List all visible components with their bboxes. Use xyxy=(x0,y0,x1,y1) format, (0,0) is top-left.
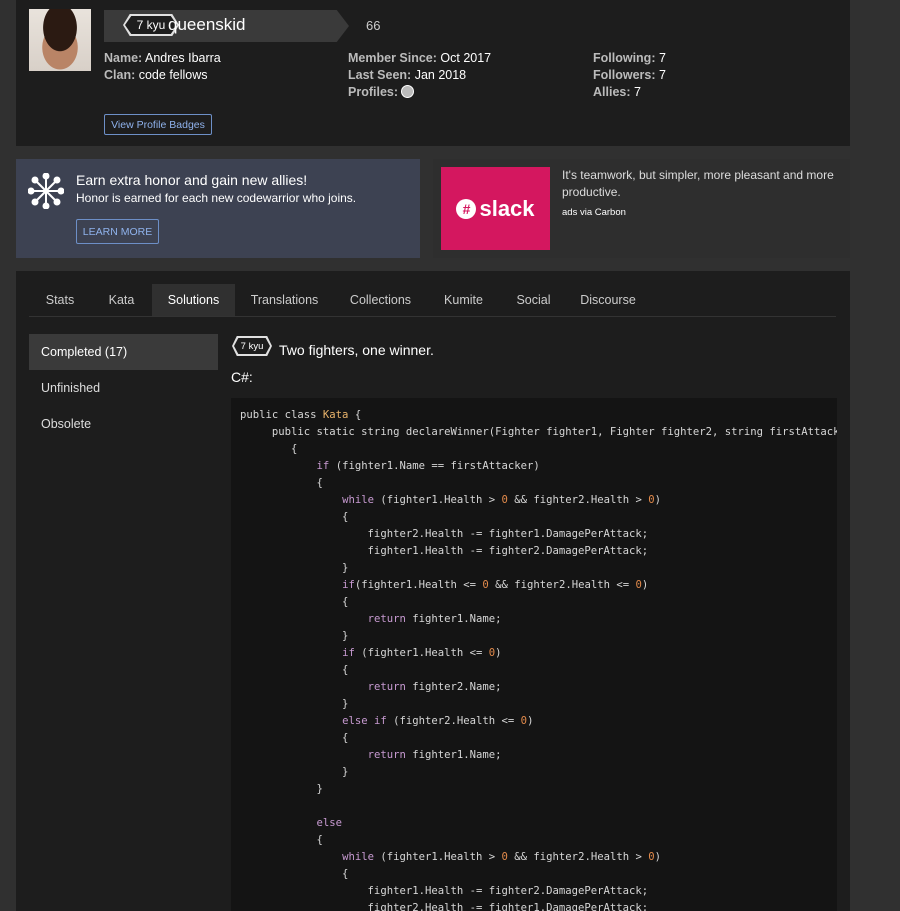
code-line: } xyxy=(240,630,349,642)
code-line: public static string declareWinner(Fight… xyxy=(240,426,837,438)
code-line: { xyxy=(240,664,349,676)
solutions-sidebar: Completed (17) Unfinished Obsolete xyxy=(29,334,218,442)
ad-text[interactable]: It's teamwork, but simpler, more pleasan… xyxy=(562,167,842,201)
code-line: else if (fighter2.Health <= 0) xyxy=(342,715,534,727)
following-label: Following: xyxy=(593,51,656,65)
code-line: if (fighter1.Health <= 0) xyxy=(342,647,502,659)
carbon-ad[interactable]: # slack It's teamwork, but simpler, more … xyxy=(433,159,850,258)
profiles-label: Profiles: xyxy=(348,85,399,99)
code-line: { xyxy=(240,732,349,744)
following-value[interactable]: 7 xyxy=(659,51,666,65)
promo-subtitle: Honor is earned for each new codewarrior… xyxy=(76,191,357,205)
kata-rank-badge: 7 kyu xyxy=(232,336,272,356)
view-profile-badges-button[interactable]: View Profile Badges xyxy=(104,114,212,135)
allies-label: Allies: xyxy=(593,85,631,99)
code-line: { xyxy=(240,511,349,523)
code-line: while (fighter1.Health > 0 && fighter2.H… xyxy=(342,851,662,863)
solution-language: C#: xyxy=(231,369,253,385)
member-since-label: Member Since: xyxy=(348,51,437,65)
code-line: { xyxy=(240,834,323,846)
slack-hash-icon: # xyxy=(456,198,477,219)
allies-value[interactable]: 7 xyxy=(634,85,641,99)
followers-value[interactable]: 7 xyxy=(659,68,666,82)
promo-title: Earn extra honor and gain new allies! xyxy=(76,172,308,188)
tab-stats[interactable]: Stats xyxy=(29,284,91,316)
name-label: Name: xyxy=(104,51,143,65)
kata-title-link[interactable]: Two fighters, one winner. xyxy=(279,342,434,358)
member-since-value: Oct 2017 xyxy=(440,51,492,65)
clan-label: Clan: xyxy=(104,68,136,82)
sidebar-item-completed[interactable]: Completed (17) xyxy=(29,334,218,370)
code-line: public class Kata { xyxy=(240,409,362,421)
clan-value: code fellows xyxy=(138,68,208,82)
tab-translations[interactable]: Translations xyxy=(235,284,334,316)
code-line: if(fighter1.Health <= 0 && fighter2.Heal… xyxy=(342,579,649,591)
username: queenskid xyxy=(168,15,246,34)
profile-info-middle: Member Since: Oct 2017 Last Seen: Jan 20… xyxy=(348,50,491,101)
profile-header: 7 kyu queenskid 66 Name: Andres Ibarra C… xyxy=(16,0,850,146)
code-line: while (fighter1.Health > 0 && fighter2.H… xyxy=(342,494,662,506)
avatar[interactable] xyxy=(29,9,91,71)
sidebar-item-obsolete[interactable]: Obsolete xyxy=(29,406,218,442)
learn-more-button[interactable]: LEARN MORE xyxy=(76,219,159,244)
followers-label: Followers: xyxy=(593,68,656,82)
honor-score: 66 xyxy=(366,18,381,33)
code-line: } xyxy=(240,766,349,778)
code-line: fighter2.Health -= fighter1.DamagePerAtt… xyxy=(240,902,649,911)
last-seen-label: Last Seen: xyxy=(348,68,412,82)
slack-logo-text: slack xyxy=(479,195,535,221)
code-line: } xyxy=(240,698,349,710)
code-line: fighter1.Health -= fighter2.DamagePerAtt… xyxy=(240,885,649,897)
code-line: { xyxy=(240,596,349,608)
code-line: if (fighter1.Name == firstAttacker) xyxy=(316,460,540,472)
profile-info-left: Name: Andres Ibarra Clan: code fellows xyxy=(104,50,221,84)
tab-collections[interactable]: Collections xyxy=(334,284,427,316)
slack-logo[interactable]: # slack xyxy=(441,167,550,250)
tab-social[interactable]: Social xyxy=(500,284,567,316)
tab-kata[interactable]: Kata xyxy=(91,284,152,316)
tab-kumite[interactable]: Kumite xyxy=(427,284,500,316)
code-line: { xyxy=(240,868,349,880)
solution-code: public class Kata { public static string… xyxy=(231,398,837,911)
code-line: } xyxy=(240,783,323,795)
profile-info-right: Following: 7 Followers: 7 Allies: 7 xyxy=(593,50,666,101)
code-line: return fighter2.Name; xyxy=(367,681,502,693)
code-line: else xyxy=(316,817,343,829)
code-line: { xyxy=(240,443,298,455)
honor-promo-banner: Earn extra honor and gain new allies! Ho… xyxy=(16,159,420,258)
code-line: fighter1.Health -= fighter2.DamagePerAtt… xyxy=(240,545,649,557)
tab-discourse[interactable]: Discourse xyxy=(567,284,649,316)
last-seen-value: Jan 2018 xyxy=(414,68,467,82)
network-icon xyxy=(28,173,64,209)
code-line: { xyxy=(240,477,323,489)
tab-solutions[interactable]: Solutions xyxy=(152,284,235,316)
name-value: Andres Ibarra xyxy=(145,51,221,65)
kata-rank-label: 7 kyu xyxy=(234,338,270,354)
ad-via-link[interactable]: ads via Carbon xyxy=(562,207,626,218)
profile-tabs: Stats Kata Solutions Translations Collec… xyxy=(29,284,836,317)
code-block[interactable]: public class Kata { public static string… xyxy=(231,398,837,911)
code-line: fighter2.Health -= fighter1.DamagePerAtt… xyxy=(240,528,649,540)
code-line: return fighter1.Name; xyxy=(367,613,502,625)
sidebar-item-unfinished[interactable]: Unfinished xyxy=(29,370,218,406)
code-line: return fighter1.Name; xyxy=(367,749,502,761)
code-line: } xyxy=(240,562,349,574)
github-icon[interactable] xyxy=(401,85,415,98)
